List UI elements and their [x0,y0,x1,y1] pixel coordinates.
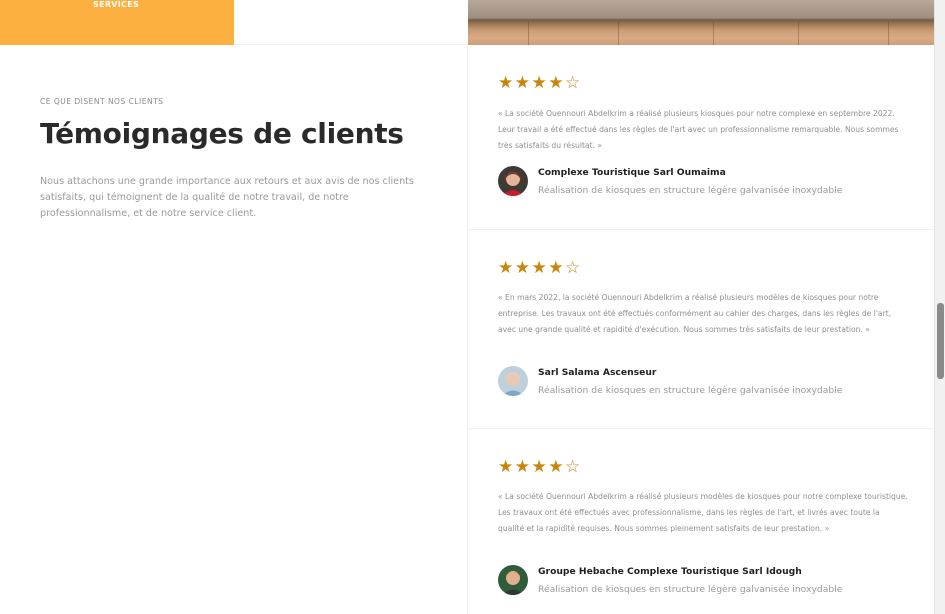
testimonial-card: ★★★★☆ « En mars 2022, la société Ouennou… [468,230,935,429]
testimonial-role: Réalisation de kiosques en structure lég… [538,584,843,595]
star-rating: ★★★★☆ [498,457,582,477]
testimonial-quote: « La société Ouennouri Abdelkrim a réali… [498,109,899,150]
top-image-strip: SERVICES [0,0,934,45]
testimonial-author: Groupe Hebache Complexe Touristique Sarl… [538,566,802,577]
page-scrollbar[interactable] [934,0,945,614]
section-title: Témoignages de clients [40,117,404,150]
services-label[interactable]: SERVICES [93,0,139,9]
avatar [498,166,528,196]
blank-tile [234,0,468,45]
testimonial-role: Réalisation de kiosques en structure lég… [538,185,843,196]
section-eyebrow: CE QUE DISENT NOS CLIENTS [40,97,164,106]
testimonials-list: ★★★★☆ « La société Ouennouri Abdelkrim a… [467,45,935,614]
section-description: Nous attachons une grande importance aux… [40,176,414,219]
scrollbar-thumb[interactable] [937,303,944,379]
testimonials-intro: CE QUE DISENT NOS CLIENTS Témoignages de… [0,45,468,614]
services-tile[interactable]: SERVICES [0,0,234,45]
testimonial-quote: « La société Ouennouri Abdelkrim a réali… [498,492,908,533]
testimonial-quote: « En mars 2022, la société Ouennouri Abd… [498,293,892,334]
testimonial-card: ★★★★☆ « La société Ouennouri Abdelkrim a… [468,45,935,230]
testimonial-role: Réalisation de kiosques en structure lég… [538,385,843,396]
star-rating: ★★★★☆ [498,258,582,278]
testimonial-author: Sarl Salama Ascenseur [538,367,657,378]
testimonial-card: ★★★★☆ « La société Ouennouri Abdelkrim a… [468,429,935,614]
avatar [498,366,528,396]
wood-floor-image [468,0,934,45]
avatar [498,565,528,595]
testimonial-author: Complexe Touristique Sarl Oumaima [538,167,726,178]
star-rating: ★★★★☆ [498,73,582,93]
